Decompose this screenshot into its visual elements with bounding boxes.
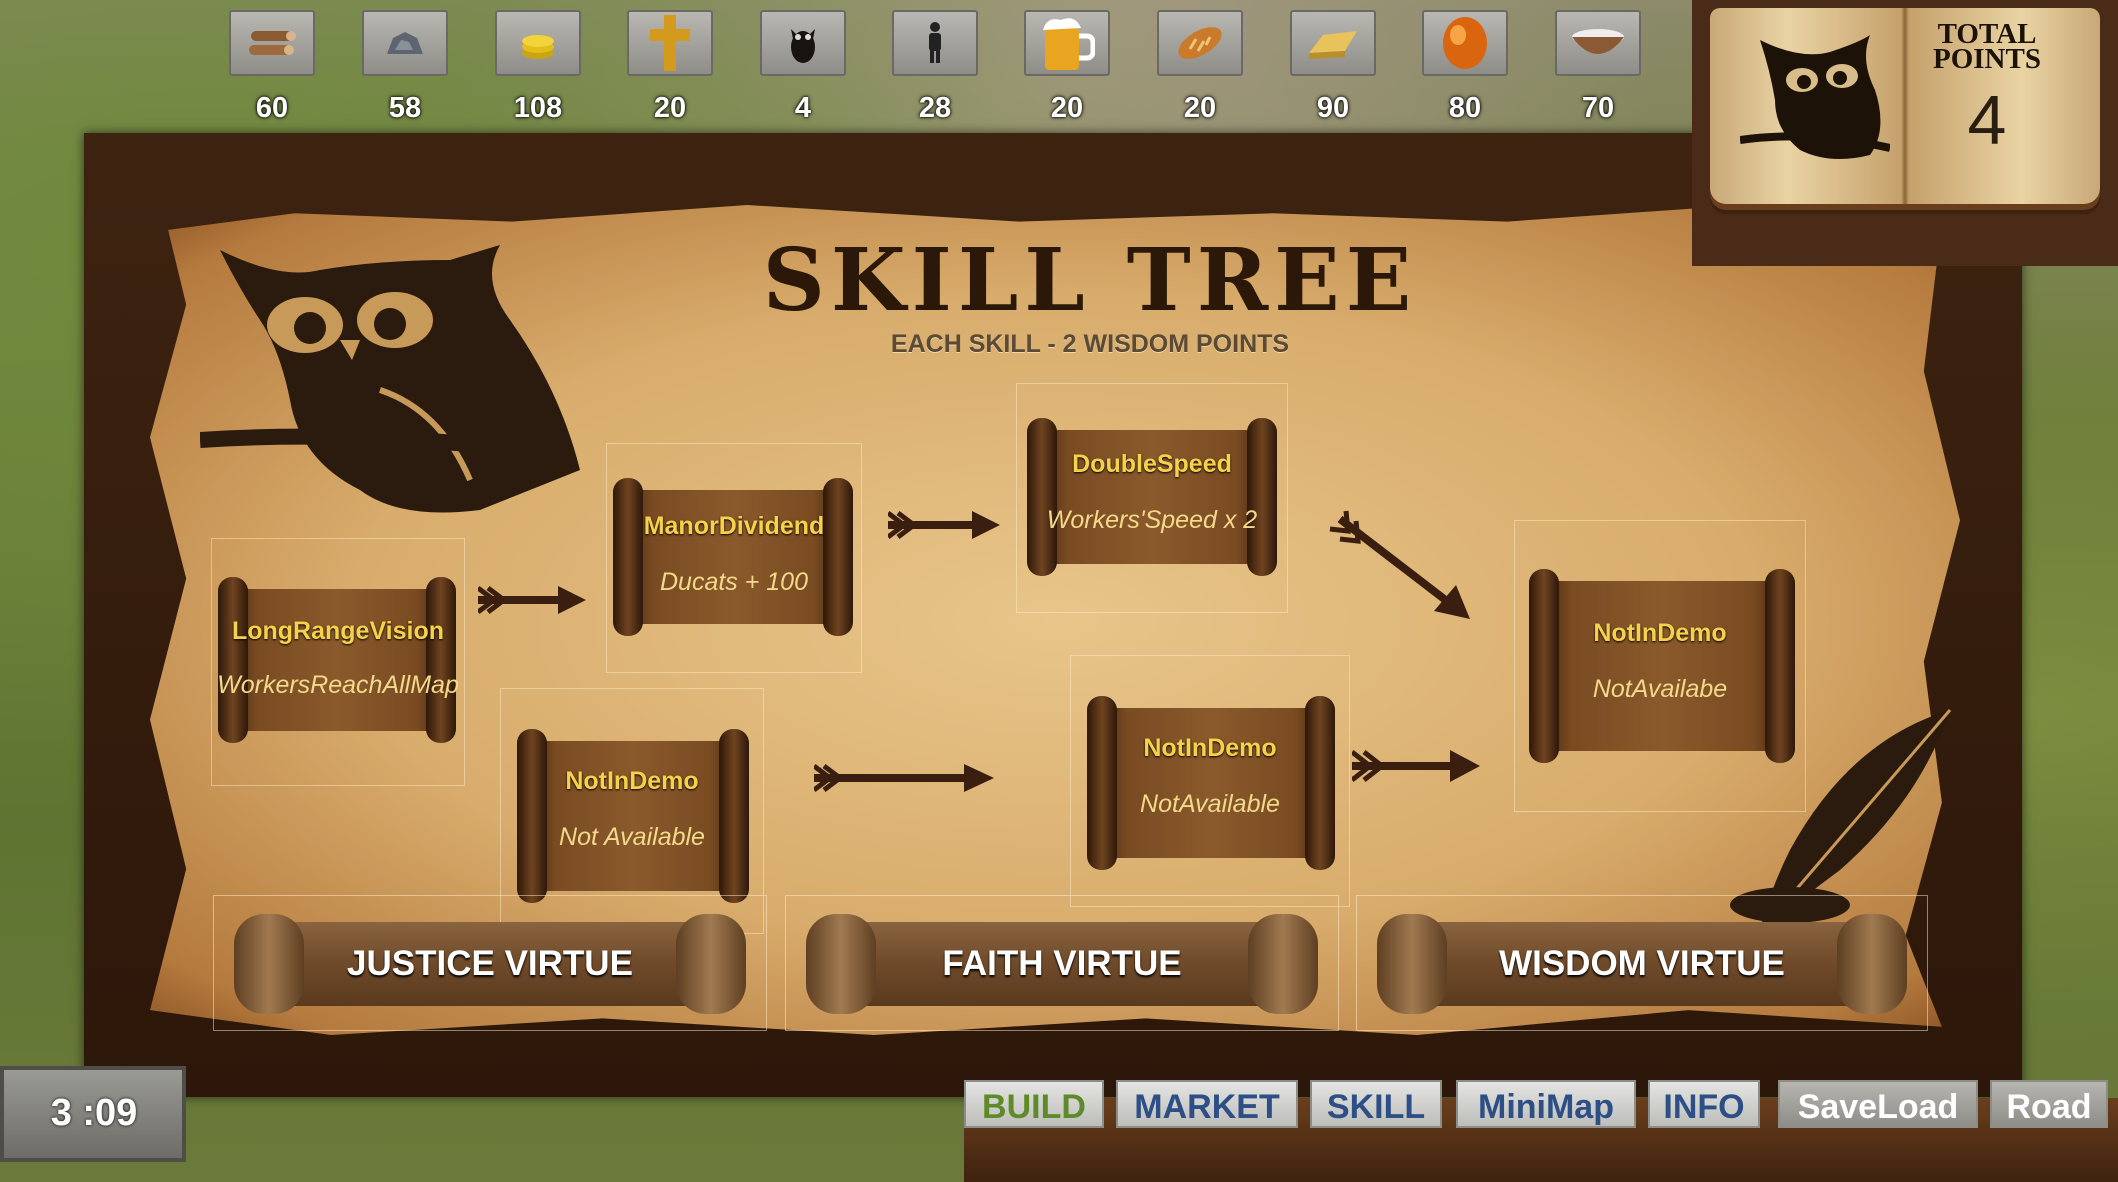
- virtue-label: JUSTICE VIRTUE: [347, 944, 633, 983]
- market-button[interactable]: MARKET: [1116, 1080, 1298, 1128]
- build-button[interactable]: BUILD: [964, 1080, 1104, 1128]
- resource-gold: 108: [495, 10, 581, 128]
- skill-tree-title: SKILL TREE: [762, 230, 1418, 331]
- skill-card-not-in-demo-middle[interactable]: NotInDemo NotAvailable: [1070, 655, 1350, 907]
- timer-value: 3 :09: [50, 1092, 138, 1134]
- resource-value: 4: [794, 92, 812, 124]
- virtue-label: FAITH VIRTUE: [942, 944, 1182, 983]
- arrow-icon: [814, 764, 994, 792]
- wisdom-owl-icon: [791, 29, 815, 63]
- total-points-panel: TOTAL POINTS 4: [1692, 0, 2118, 266]
- skill-name: NotInDemo: [565, 767, 699, 795]
- info-button[interactable]: INFO: [1648, 1080, 1760, 1128]
- population-person-icon: [929, 22, 941, 63]
- gold-bar-icon: [1309, 31, 1357, 59]
- stone-ore-icon: [387, 32, 423, 54]
- skill-tree-subtitle: EACH SKILL - 2 WISDOM POINTS: [890, 330, 1290, 358]
- resource-value: 28: [918, 92, 952, 124]
- arrow-icon: [888, 511, 1000, 539]
- resource-value: 58: [388, 92, 422, 124]
- skill-name: NotInDemo: [1593, 619, 1727, 647]
- resource-gold-bar: 90: [1290, 10, 1376, 128]
- resource-amber: 80: [1422, 10, 1508, 128]
- gold-coins-icon: [522, 35, 554, 59]
- menu-label: MARKET: [1134, 1088, 1280, 1126]
- amber-gem-icon: [1443, 17, 1487, 69]
- resource-value: 20: [1183, 92, 1217, 124]
- resource-value: 70: [1581, 92, 1615, 124]
- resource-faith: 20: [627, 10, 713, 128]
- skill-card-double-speed[interactable]: DoubleSpeed Workers'Speed x 2: [1016, 383, 1288, 613]
- menu-label: SaveLoad: [1797, 1088, 1959, 1126]
- skill-name: NotInDemo: [1143, 734, 1277, 762]
- game-timer: 3 :09: [0, 1066, 186, 1162]
- arrow-icon: [478, 586, 586, 614]
- saveload-button[interactable]: SaveLoad: [1778, 1080, 1978, 1128]
- owl-icon: [200, 245, 580, 513]
- resource-stone: 58: [362, 10, 448, 128]
- skill-card-not-in-demo-right[interactable]: NotInDemo NotAvailabe: [1514, 520, 1806, 812]
- menu-label: MiniMap: [1478, 1088, 1614, 1126]
- resource-bread: 20: [1157, 10, 1243, 128]
- skill-button[interactable]: SKILL: [1310, 1080, 1442, 1128]
- minimap-button[interactable]: MiniMap: [1456, 1080, 1636, 1128]
- total-points-value: 4: [1967, 81, 2007, 159]
- resource-population: 28: [892, 10, 978, 128]
- skill-name: DoubleSpeed: [1072, 450, 1232, 478]
- owl-icon: [1740, 35, 1890, 159]
- skill-description: Workers'Speed x 2: [1046, 506, 1258, 534]
- salt-bowl-icon: [1572, 29, 1624, 54]
- skill-card-manor-dividend[interactable]: ManorDividend Ducats + 100: [606, 443, 862, 673]
- faith-cross-icon: [650, 15, 690, 71]
- resource-value: 20: [653, 92, 687, 124]
- skill-card-long-range-vision[interactable]: LongRangeVision WorkersReachAllMap: [211, 538, 465, 786]
- resource-wisdom: 4: [760, 10, 846, 128]
- wood-logs-icon: [249, 31, 296, 55]
- menu-label: INFO: [1663, 1088, 1745, 1126]
- bread-icon: [1178, 27, 1222, 59]
- skill-description: Ducats + 100: [659, 568, 808, 596]
- skill-description: NotAvailabe: [1592, 675, 1728, 703]
- skill-description: NotAvailable: [1140, 790, 1280, 818]
- resource-value: 108: [513, 92, 563, 124]
- skill-name: ManorDividend: [643, 512, 825, 540]
- resource-salt: 70: [1555, 10, 1641, 128]
- virtue-label: WISDOM VIRTUE: [1499, 944, 1785, 983]
- menu-label: Road: [2006, 1088, 2092, 1126]
- skill-name: LongRangeVision: [231, 617, 445, 645]
- justice-virtue-button[interactable]: JUSTICE VIRTUE: [213, 895, 767, 1031]
- wisdom-virtue-button[interactable]: WISDOM VIRTUE: [1356, 895, 1928, 1031]
- arrow-icon: [1329, 510, 1470, 619]
- road-button[interactable]: Road: [1990, 1080, 2108, 1128]
- arrow-icon: [1352, 750, 1480, 782]
- resource-value: 90: [1316, 92, 1350, 124]
- resource-value: 80: [1448, 92, 1482, 124]
- faith-virtue-button[interactable]: FAITH VIRTUE: [785, 895, 1339, 1031]
- beer-mug-icon: [1043, 18, 1095, 70]
- resource-value: 60: [255, 92, 289, 124]
- skill-description: Not Available: [559, 823, 705, 851]
- menu-label: BUILD: [982, 1088, 1086, 1126]
- menu-label: SKILL: [1326, 1088, 1426, 1126]
- skill-description: WorkersReachAllMap: [217, 671, 459, 699]
- total-points-label: TOTAL POINTS: [1933, 18, 2041, 75]
- resource-value: 20: [1050, 92, 1084, 124]
- resource-wood: 60: [229, 10, 315, 128]
- resource-beer: 20: [1024, 10, 1110, 128]
